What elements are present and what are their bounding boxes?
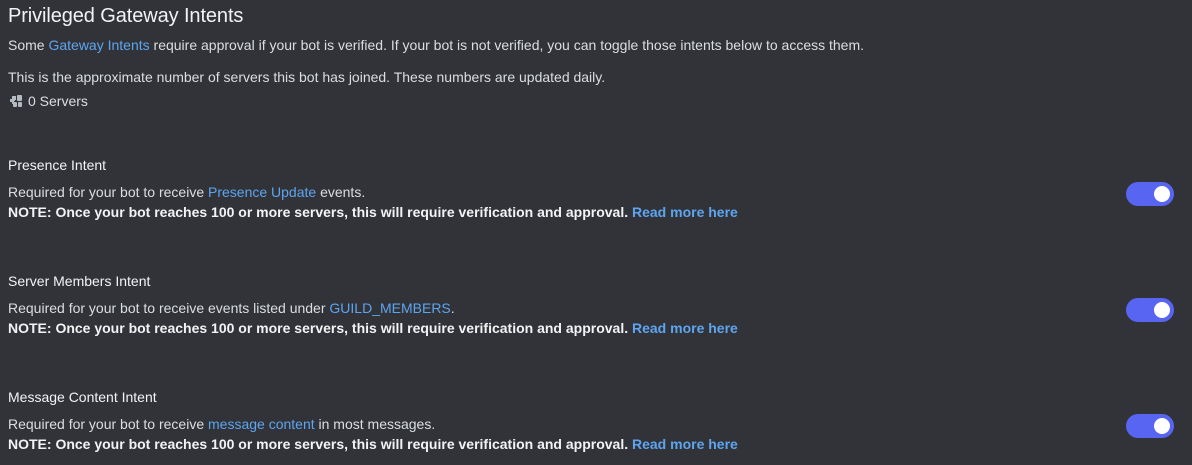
intent-description-suffix: in most messages. [314, 416, 436, 432]
presence-update-link[interactable]: Presence Update [208, 184, 316, 200]
intent-description: Required for your bot to receive message… [8, 415, 435, 433]
server-members-intent-toggle[interactable] [1126, 298, 1174, 322]
message-content-link[interactable]: message content [208, 416, 315, 432]
intent-presence: Presence Intent Required for your bot to… [8, 156, 1192, 220]
intent-description-prefix: Required for your bot to receive [8, 416, 208, 432]
intent-description: Required for your bot to receive Presenc… [8, 183, 365, 201]
intent-title: Server Members Intent [8, 273, 151, 289]
intent-description-suffix: . [450, 300, 455, 316]
message-content-intent-toggle[interactable] [1126, 414, 1174, 438]
intent-message-content: Message Content Intent Required for your… [8, 388, 1192, 452]
approximate-servers-text: This is the approximate number of server… [8, 69, 606, 85]
read-more-link[interactable]: Read more here [632, 204, 738, 220]
server-count: 0 Servers [8, 92, 88, 110]
gateway-intents-link[interactable]: Gateway Intents [48, 37, 149, 53]
section-description: Some Gateway Intents require approval if… [8, 36, 864, 54]
intent-server-members: Server Members Intent Required for your … [8, 272, 1192, 336]
intent-note-text: NOTE: Once your bot reaches 100 or more … [8, 204, 629, 220]
section-title: Privileged Gateway Intents [8, 5, 244, 27]
intent-note: NOTE: Once your bot reaches 100 or more … [8, 319, 738, 337]
presence-intent-toggle[interactable] [1126, 182, 1174, 206]
intent-note: NOTE: Once your bot reaches 100 or more … [8, 435, 738, 453]
read-more-link[interactable]: Read more here [632, 320, 738, 336]
intent-note: NOTE: Once your bot reaches 100 or more … [8, 203, 738, 221]
toggle-knob [1154, 418, 1170, 434]
server-count-label: 0 Servers [28, 93, 88, 109]
read-more-link[interactable]: Read more here [632, 436, 738, 452]
toggle-knob [1154, 302, 1170, 318]
intent-description: Required for your bot to receive events … [8, 299, 455, 317]
intent-description-suffix: events. [316, 184, 366, 200]
intent-title: Presence Intent [8, 157, 107, 173]
section-description-suffix: require approval if your bot is verified… [149, 37, 865, 53]
intent-title: Message Content Intent [8, 389, 157, 405]
toggle-knob [1154, 186, 1170, 202]
intent-note-text: NOTE: Once your bot reaches 100 or more … [8, 436, 629, 452]
intent-note-text: NOTE: Once your bot reaches 100 or more … [8, 320, 629, 336]
intent-description-prefix: Required for your bot to receive [8, 184, 208, 200]
intent-description-prefix: Required for your bot to receive events … [8, 300, 330, 316]
guild-members-link[interactable]: GUILD_MEMBERS [329, 300, 450, 316]
section-description-prefix: Some [8, 37, 49, 53]
servers-icon [8, 93, 24, 109]
